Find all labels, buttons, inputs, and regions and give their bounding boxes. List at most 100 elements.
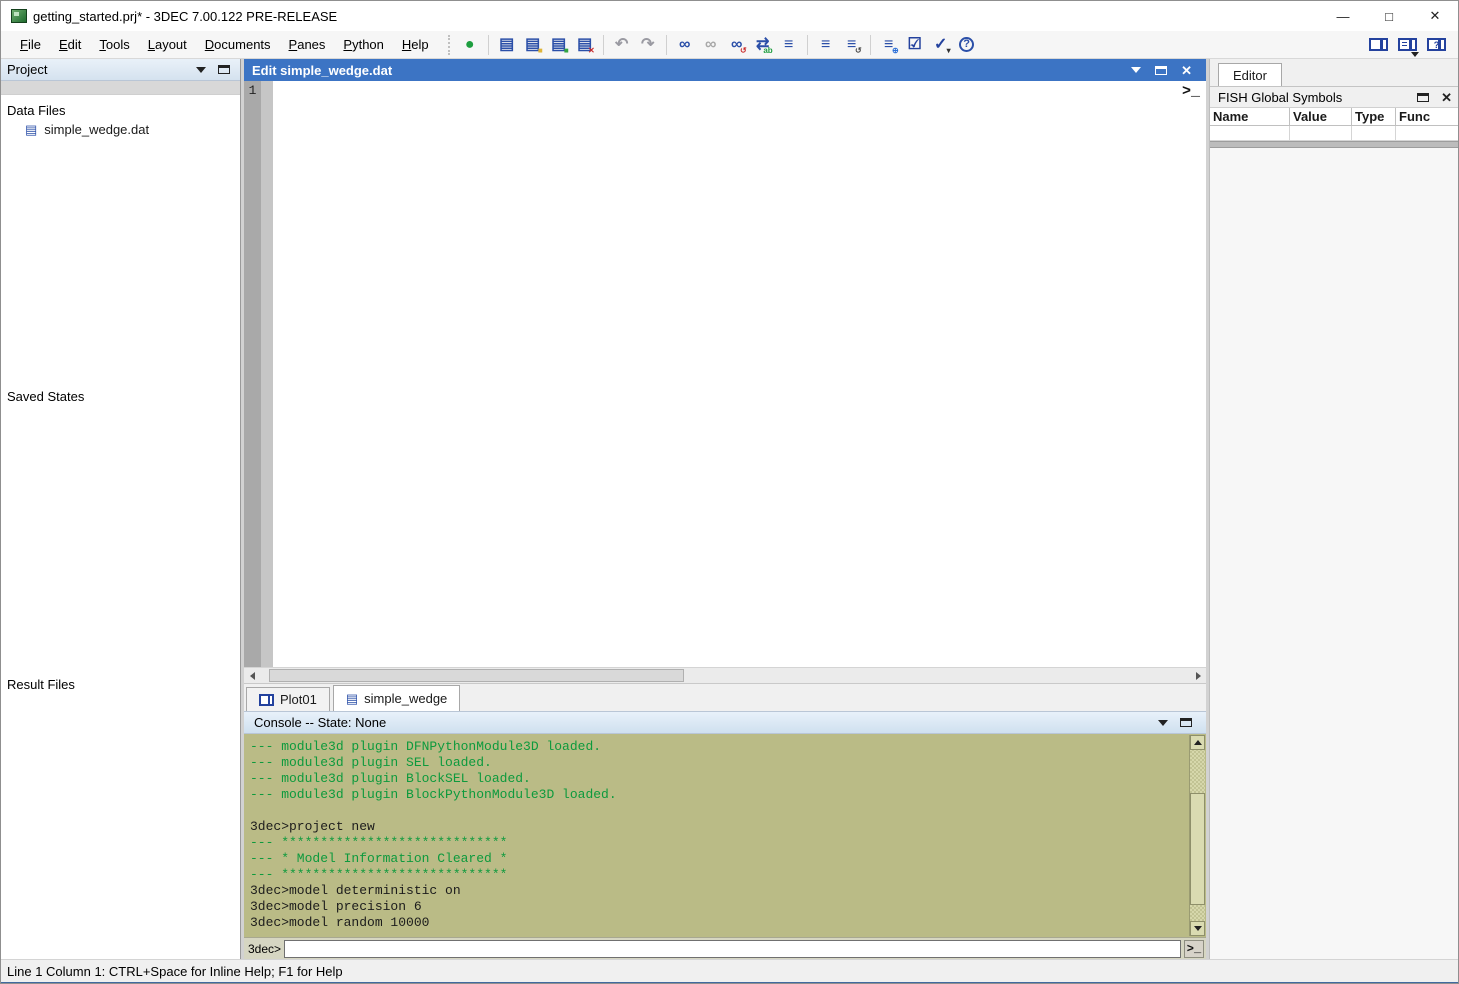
- menu-layout[interactable]: Layout: [139, 33, 196, 56]
- indent-lines-icon[interactable]: ≡: [776, 33, 802, 57]
- datafile-icon[interactable]: ▤: [494, 33, 520, 57]
- workspace: Project Data Files ▤ simple_wedge.dat Saved…: [1, 59, 1458, 959]
- menu-panes[interactable]: Panes: [280, 33, 335, 56]
- menu-edit[interactable]: Edit: [50, 33, 90, 56]
- editor-pane-header[interactable]: Edit simple_wedge.dat ✕: [244, 59, 1206, 81]
- toolbar-separator: [488, 35, 489, 55]
- console-output: --- module3d plugin DFNPythonModule3D lo…: [244, 734, 1206, 937]
- minimize-button[interactable]: —: [1320, 1, 1366, 31]
- datafile-item[interactable]: ▤ simple_wedge.dat: [7, 120, 230, 139]
- console-prompt-button[interactable]: >_: [1184, 940, 1204, 958]
- fold-margin: [261, 81, 273, 667]
- checkbox-icon[interactable]: ☑: [902, 33, 928, 57]
- section-label-data-files[interactable]: Data Files: [7, 101, 230, 120]
- console-header[interactable]: Console -- State: None: [244, 711, 1206, 734]
- console-line: --- * Model Information Cleared *: [250, 851, 1182, 867]
- column-header-type[interactable]: Type: [1352, 108, 1396, 126]
- console-command-input[interactable]: [284, 940, 1181, 958]
- project-restore-icon[interactable]: [218, 65, 230, 74]
- undo-icon[interactable]: ↶: [609, 33, 635, 57]
- section-label-saved-states[interactable]: Saved States: [7, 387, 230, 406]
- scroll-down-icon[interactable]: [1190, 921, 1205, 936]
- scroll-up-icon[interactable]: [1190, 735, 1205, 750]
- align-lines-icon[interactable]: ≡: [813, 33, 839, 57]
- help-icon[interactable]: ?: [954, 33, 980, 57]
- tab-plot01[interactable]: Plot01: [246, 687, 330, 711]
- column-header-name[interactable]: Name: [1210, 108, 1290, 126]
- console-lines: --- module3d plugin DFNPythonModule3D lo…: [250, 739, 1182, 931]
- console-line: --- *****************************: [250, 835, 1182, 851]
- revert-line-icon[interactable]: ≡↺: [839, 33, 865, 57]
- fish-close-icon[interactable]: ✕: [1441, 91, 1452, 104]
- right-panel: Editor FISH Global Symbols ✕ NameValueTy…: [1209, 59, 1459, 959]
- section-label-result-files[interactable]: Result Files: [7, 675, 230, 694]
- save-datafile-icon[interactable]: ▤■: [546, 33, 572, 57]
- menu-file[interactable]: File: [11, 33, 50, 56]
- column-header-func[interactable]: Func: [1396, 108, 1459, 126]
- datafile-icon: ▤: [25, 123, 37, 136]
- fish-restore-icon[interactable]: [1417, 93, 1429, 102]
- editor-pane-title: Edit simple_wedge.dat: [252, 63, 392, 78]
- menu-help[interactable]: Help: [393, 33, 438, 56]
- tab-label: Plot01: [280, 692, 317, 707]
- console-restore-icon[interactable]: [1180, 718, 1192, 727]
- editor-restore-icon[interactable]: [1155, 66, 1167, 75]
- menu-tools[interactable]: Tools: [90, 33, 138, 56]
- tab-editor[interactable]: Editor: [1218, 63, 1282, 86]
- scrollbar-thumb[interactable]: [1190, 793, 1205, 905]
- toolbar-separator: [666, 35, 667, 55]
- pane-layout-buttons: ?: [1369, 38, 1458, 51]
- execute-icon[interactable]: ●: [457, 33, 483, 57]
- pane-layout-icon[interactable]: [1369, 38, 1388, 51]
- pane-list-icon[interactable]: [1398, 38, 1417, 51]
- console-vertical-scrollbar[interactable]: [1189, 735, 1205, 936]
- console-line: --- module3d plugin BlockSEL loaded.: [250, 771, 1182, 787]
- find-next-icon[interactable]: ∞: [698, 33, 724, 57]
- maximize-button[interactable]: □: [1366, 1, 1412, 31]
- datafile-icon: ▤: [346, 692, 358, 705]
- check-syntax-icon[interactable]: ✓▾: [928, 33, 954, 57]
- project-tree: Data Files ▤ simple_wedge.dat Saved States R…: [1, 95, 240, 959]
- application-window: getting_started.prj* - 3DEC 7.00.122 PRE…: [0, 0, 1459, 984]
- menu-python[interactable]: Python: [334, 33, 392, 56]
- redo-icon[interactable]: ↷: [635, 33, 661, 57]
- project-panel-header[interactable]: Project: [1, 59, 240, 81]
- find-icon[interactable]: ∞: [672, 33, 698, 57]
- toolbar-separator: [870, 35, 871, 55]
- close-datafile-icon[interactable]: ▤✕: [572, 33, 598, 57]
- right-panel-tab-row: Editor: [1210, 59, 1459, 87]
- editor-close-icon[interactable]: ✕: [1181, 64, 1192, 77]
- project-menu-icon[interactable]: [196, 67, 206, 73]
- console-menu-icon[interactable]: [1158, 720, 1168, 726]
- pane-help-icon[interactable]: ?: [1427, 38, 1446, 51]
- editor-text-area[interactable]: >_: [273, 81, 1206, 667]
- datafile-label: simple_wedge.dat: [44, 122, 149, 137]
- console-line: --- module3d plugin SEL loaded.: [250, 755, 1182, 771]
- tab-simple-wedge[interactable]: ▤simple_wedge: [333, 685, 460, 711]
- console-prompt-label: 3dec>: [248, 942, 284, 956]
- editor-body: 1 >_: [244, 81, 1206, 667]
- scrollbar-thumb[interactable]: [269, 669, 684, 682]
- fish-symbols-title: FISH Global Symbols: [1218, 90, 1342, 105]
- column-header-value[interactable]: Value: [1290, 108, 1352, 126]
- editor-menu-icon[interactable]: [1131, 67, 1141, 73]
- section-result-files: Result Files: [7, 675, 230, 694]
- find-replace-icon[interactable]: ∞↺: [724, 33, 750, 57]
- fish-symbols-header[interactable]: FISH Global Symbols ✕: [1210, 87, 1459, 108]
- editor-prompt-toggle-icon[interactable]: >_: [1182, 83, 1200, 100]
- window-title: getting_started.prj* - 3DEC 7.00.122 PRE…: [33, 9, 337, 24]
- menu-documents[interactable]: Documents: [196, 33, 280, 56]
- replace-words-icon[interactable]: ⇄ab: [750, 33, 776, 57]
- menu-toolbar-row: FileEditToolsLayoutDocumentsPanesPythonH…: [1, 31, 1458, 59]
- console-line: 3dec>model precision 6: [250, 899, 1182, 915]
- fish-table-strip: [1210, 141, 1459, 148]
- new-datafile-icon[interactable]: ▤■: [520, 33, 546, 57]
- console-line: --- module3d plugin DFNPythonModule3D lo…: [250, 739, 1182, 755]
- table-cell: [1210, 126, 1290, 141]
- line-number-gutter: 1: [244, 81, 261, 667]
- scroll-left-icon[interactable]: [244, 668, 260, 683]
- editor-horizontal-scrollbar[interactable]: [244, 667, 1206, 683]
- search-lines-icon[interactable]: ≡⊕: [876, 33, 902, 57]
- scroll-right-icon[interactable]: [1190, 668, 1206, 683]
- close-button[interactable]: ✕: [1412, 1, 1458, 31]
